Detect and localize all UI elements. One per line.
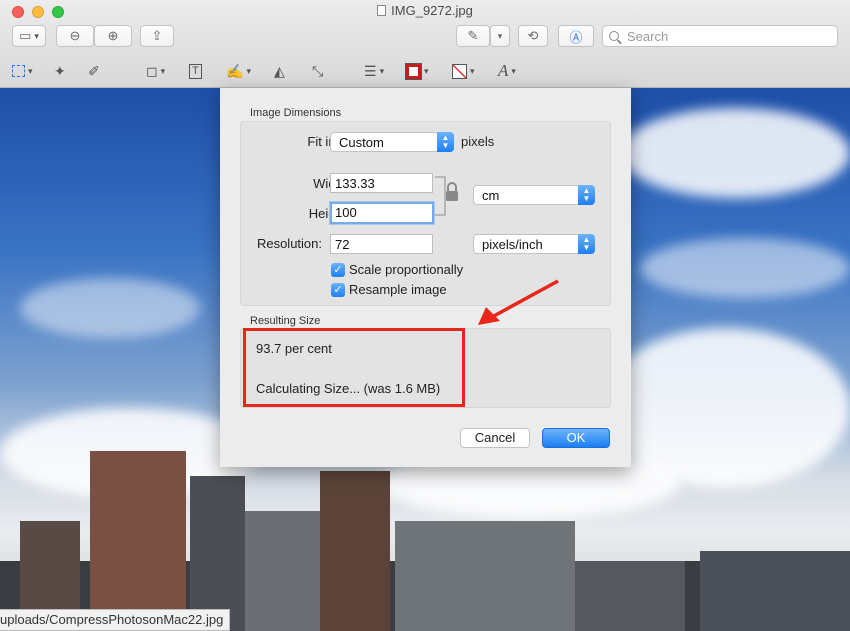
scale-proportionally-checkbox[interactable]: ✓ Scale proportionally <box>331 262 463 277</box>
annotate-button[interactable]: Ⓐ <box>558 25 594 47</box>
rotate-icon: ⟲ <box>527 28 539 43</box>
sign-tool[interactable]: ✍ ▾ <box>226 61 251 81</box>
fill-color-tool[interactable]: ▾ <box>452 61 475 81</box>
constrain-lock-icon[interactable] <box>433 175 463 221</box>
file-path-bar: uploads/CompressPhotosonMac22.jpg <box>0 609 231 631</box>
cloud <box>620 108 850 198</box>
building <box>700 551 850 631</box>
text-box-icon: T <box>189 63 202 79</box>
instant-alpha-tool[interactable]: ✦ <box>54 61 66 81</box>
resulting-size-label: Resulting Size <box>250 315 321 327</box>
magic-wand-icon: ✦ <box>54 62 66 79</box>
document-icon <box>377 5 387 16</box>
text-tool[interactable]: T <box>189 61 202 81</box>
size-unit-popup[interactable]: cm ▲ ▼ <box>473 185 595 205</box>
chevron-down-icon: ▾ <box>511 65 516 76</box>
cloud <box>20 278 200 338</box>
window-titlebar: IMG_9272.jpg ▭ ▾ ⊖ ⊕ ⇪ ✎ ▾ ⟲ Ⓐ Search ▾ ✦… <box>0 0 850 88</box>
building <box>395 521 575 631</box>
chevron-down-icon: ▾ <box>424 65 429 76</box>
chevron-down-icon: ▾ <box>470 65 475 76</box>
building <box>320 471 390 631</box>
rotate-button[interactable]: ⟲ <box>518 25 548 47</box>
scale-proportionally-label: Scale proportionally <box>349 262 464 277</box>
building <box>90 451 186 631</box>
fill-color-icon <box>452 63 467 79</box>
sketch-tool[interactable]: ✐ <box>88 61 100 81</box>
adjust-size-tool[interactable]: ⤡ <box>312 61 323 81</box>
resolution-unit-value: pixels/inch <box>482 237 543 252</box>
search-placeholder: Search <box>627 28 669 44</box>
text-style-icon: A <box>498 61 509 80</box>
adjust-color-icon: ◭ <box>274 62 285 79</box>
pen-icon: ✎ <box>467 28 479 43</box>
ok-button[interactable]: OK <box>542 428 610 448</box>
search-icon <box>609 31 619 41</box>
size-unit-value: cm <box>482 188 500 203</box>
fit-into-unit-label: pixels <box>461 134 495 149</box>
checkmark-icon: ✓ <box>331 282 345 297</box>
search-field[interactable]: Search <box>602 25 838 47</box>
red-arrow-icon <box>478 279 559 325</box>
resample-image-checkbox[interactable]: ✓ Resample image <box>331 282 447 297</box>
rect-selection-icon <box>12 65 25 77</box>
markup-options-button[interactable]: ▾ <box>490 25 510 47</box>
adjust-size-icon: ⤡ <box>312 62 324 79</box>
chevron-down-icon: ▾ <box>497 30 503 41</box>
resolution-field[interactable]: 72 <box>330 234 433 254</box>
border-color-tool[interactable]: ▾ <box>405 61 429 81</box>
selection-tool[interactable]: ▾ <box>12 61 33 81</box>
resolution-unit-popup[interactable]: pixels/inch ▲ ▼ <box>473 234 595 254</box>
sketch-icon: ✐ <box>88 62 100 79</box>
shape-style-tool[interactable]: ☰ ▾ <box>364 61 384 81</box>
adjust-size-dialog: Image Dimensions Fit into: Custom ▲ ▼ pixe… <box>220 88 631 467</box>
line-style-icon: ☰ <box>364 62 377 79</box>
updown-arrows-icon: ▲ ▼ <box>437 132 454 152</box>
zoom-in-icon: ⊕ <box>107 28 119 43</box>
signature-icon: ✍ <box>226 62 244 79</box>
cloud <box>640 238 850 298</box>
resolution-label: Resolution: <box>256 236 322 251</box>
share-icon: ⇪ <box>151 28 163 43</box>
width-field[interactable]: 133.33 <box>330 173 433 193</box>
window-title: IMG_9272.jpg <box>0 3 850 18</box>
zoom-out-icon: ⊖ <box>69 28 81 43</box>
updown-arrows-icon: ▲ ▼ <box>578 234 595 254</box>
zoom-in-button[interactable]: ⊕ <box>94 25 132 47</box>
building <box>190 476 245 631</box>
text-style-tool[interactable]: A ▾ <box>498 61 516 81</box>
image-dimensions-label: Image Dimensions <box>250 107 342 119</box>
sidebar-icon: ▭ <box>19 28 32 43</box>
chevron-down-icon: ▾ <box>160 65 166 76</box>
resample-image-label: Resample image <box>349 282 447 297</box>
fit-into-popup[interactable]: Custom ▲ ▼ <box>330 132 454 152</box>
markup-toolbar-button[interactable]: ✎ <box>456 25 490 47</box>
chevron-down-icon: ▾ <box>28 65 33 76</box>
updown-arrows-icon: ▲ ▼ <box>578 185 595 205</box>
adjust-color-tool[interactable]: ◭ <box>274 61 285 81</box>
border-color-icon <box>405 62 422 80</box>
window-title-text: IMG_9272.jpg <box>391 3 473 18</box>
highlight-box <box>243 328 465 407</box>
share-button[interactable]: ⇪ <box>140 25 174 47</box>
shapes-icon: ◻ <box>146 62 158 79</box>
height-field[interactable]: 100 <box>330 202 434 224</box>
annotate-icon: Ⓐ <box>569 29 583 45</box>
fit-into-value: Custom <box>339 135 384 150</box>
checkmark-icon: ✓ <box>331 262 345 277</box>
shapes-tool[interactable]: ◻ ▾ <box>146 61 165 81</box>
chevron-down-icon: ▾ <box>379 65 385 76</box>
building <box>245 511 325 631</box>
cancel-button[interactable]: Cancel <box>460 428 530 448</box>
sidebar-toggle-button[interactable]: ▭ ▾ <box>12 25 46 47</box>
building <box>575 561 685 631</box>
chevron-down-icon: ▾ <box>34 30 39 41</box>
zoom-out-button[interactable]: ⊖ <box>56 25 94 47</box>
chevron-down-icon: ▾ <box>246 65 251 76</box>
